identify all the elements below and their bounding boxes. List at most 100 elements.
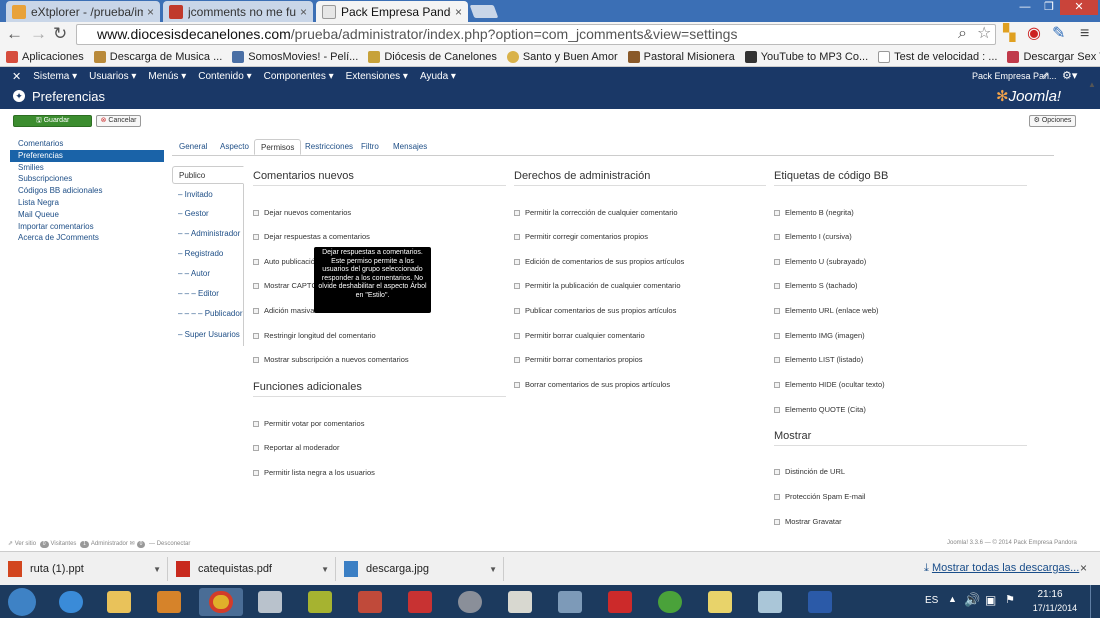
options-button[interactable]: ⚙ Opciones (1029, 115, 1076, 127)
menu-usuarios[interactable]: Usuarios ▾ (89, 71, 136, 82)
permission-row[interactable]: Permitir borrar cualquier comentario (514, 331, 645, 340)
cancel-button[interactable]: ⊗ Cancelar (96, 115, 141, 127)
permission-checkbox[interactable] (514, 356, 520, 363)
group-administrador[interactable]: – – Administrador (172, 225, 244, 243)
tab-close-icon[interactable]: × (147, 5, 154, 19)
taskbar-calc[interactable] (248, 588, 292, 616)
taskbar-explorer[interactable] (97, 588, 141, 616)
permission-row[interactable]: Permitir borrar comentarios propios (514, 355, 643, 364)
permission-row[interactable]: Elemento LIST (listado) (774, 355, 863, 364)
permission-row[interactable]: Permitir votar por comentarios (253, 419, 364, 428)
menu-extensiones[interactable]: Extensiones ▾ (346, 71, 408, 82)
scroll-up-arrow-icon[interactable]: ▲ (1088, 80, 1096, 89)
permission-checkbox[interactable] (253, 307, 259, 314)
download-item[interactable]: catequistas.pdf ▼ (168, 557, 336, 581)
group-invitado[interactable]: – Invitado (172, 186, 244, 204)
forward-arrow-icon[interactable]: → (30, 24, 47, 44)
browser-tab-jcomments[interactable]: jcomments no me funcio × (163, 1, 313, 22)
permission-checkbox[interactable] (514, 381, 520, 388)
taskbar-app-7[interactable] (698, 588, 742, 616)
permission-row[interactable]: Mostrar Gravatar (774, 517, 842, 526)
permission-checkbox[interactable] (774, 406, 780, 413)
permission-row[interactable]: Restringir longitud del comentario (253, 331, 376, 340)
permission-checkbox[interactable] (774, 233, 780, 240)
taskbar-app-8[interactable] (748, 588, 792, 616)
bookmark-item[interactable]: SomosMovies! - Pelí... (232, 50, 358, 63)
permission-checkbox[interactable] (774, 356, 780, 363)
permission-row[interactable]: Dejar respuestas a comentarios (253, 232, 370, 241)
download-item[interactable]: ruta (1).ppt ▼ (0, 557, 168, 581)
group-publicador[interactable]: – – – – Publicador (172, 305, 244, 323)
taskbar-utorrent[interactable] (648, 588, 692, 616)
permission-row[interactable]: Distinción de URL (774, 467, 845, 476)
tab-close-icon[interactable]: × (455, 5, 462, 19)
extension-icon[interactable]: ▚ (1003, 25, 1015, 43)
logout-link[interactable]: Desconectar (157, 541, 191, 547)
permission-checkbox[interactable] (514, 332, 520, 339)
sidebar-item-importar[interactable]: Importar comentarios (10, 221, 164, 233)
sidebar-item-lista-negra[interactable]: Lista Negra (10, 197, 164, 209)
permission-row[interactable]: Elemento URL (enlace web) (774, 306, 879, 315)
permission-row[interactable]: Elemento S (tachado) (774, 281, 858, 290)
menu-componentes[interactable]: Componentes ▾ (264, 71, 334, 82)
bookmark-item[interactable]: Santo y Buen Amor (506, 50, 618, 63)
taskbar-app-5[interactable] (548, 588, 592, 616)
permission-row[interactable]: Reportar al moderador (253, 443, 339, 452)
bookmark-item[interactable]: YouTube to MP3 Co... (744, 50, 868, 63)
taskbar-app-4[interactable] (498, 588, 542, 616)
permission-checkbox[interactable] (774, 307, 780, 314)
download-menu-arrow-icon[interactable]: ▼ (489, 565, 497, 574)
user-gear-icon[interactable]: ⚙▾ (1062, 69, 1077, 82)
sidebar-item-acerca[interactable]: Acerca de JComments (10, 232, 164, 244)
bookmark-star-icon[interactable]: ☆ (977, 25, 991, 43)
permission-row[interactable]: Mostrar subscripción a nuevos comentario… (253, 355, 409, 364)
sidebar-item-subscripciones[interactable]: Subscripciones (10, 173, 164, 185)
taskbar-app-2[interactable] (398, 588, 442, 616)
permission-checkbox[interactable] (774, 282, 780, 289)
permission-row[interactable]: Auto publicación (253, 257, 319, 266)
clock-date[interactable]: 17/11/2014 (1030, 603, 1080, 613)
start-button[interactable] (0, 588, 44, 616)
permission-checkbox[interactable] (774, 332, 780, 339)
permission-checkbox[interactable] (774, 258, 780, 265)
back-arrow-icon[interactable]: ← (6, 24, 23, 44)
opera-icon[interactable]: ◉ (1027, 25, 1041, 43)
tab-mensajes[interactable]: Mensajes (387, 139, 433, 155)
taskbar-word[interactable] (798, 588, 842, 616)
tab-filtro[interactable]: Filtro (355, 139, 385, 155)
joomla-x-icon[interactable]: ✕ (12, 70, 21, 83)
permission-checkbox[interactable] (253, 282, 259, 289)
sidebar-item-smilies[interactable]: Smilies (10, 162, 164, 174)
group-autor[interactable]: – – Autor (172, 265, 244, 283)
permission-checkbox[interactable] (514, 233, 520, 240)
close-shelf-icon[interactable]: × (1080, 561, 1087, 575)
permission-row[interactable]: Publicar comentarios de sus propios artí… (514, 306, 676, 315)
taskbar-app-3[interactable] (448, 588, 492, 616)
tray-expand-icon[interactable]: ▲ (948, 594, 957, 604)
permission-row[interactable]: Borrar comentarios de sus propios artícu… (514, 380, 670, 389)
menu-icon[interactable]: ≡ (1080, 25, 1089, 43)
clock-time[interactable]: 21:16 (1030, 589, 1070, 600)
bookmark-item[interactable]: Aplicaciones (6, 50, 84, 63)
permission-checkbox[interactable] (774, 381, 780, 388)
permission-row[interactable]: Elemento U (subrayado) (774, 257, 866, 266)
menu-contenido[interactable]: Contenido ▾ (198, 71, 251, 82)
minimize-button[interactable]: — (1012, 0, 1038, 15)
browser-tab-extplorer[interactable]: eXtplorer - /prueba/imag × (6, 1, 160, 22)
sidebar-item-preferencias[interactable]: Preferencias (10, 149, 164, 162)
sidebar-item-mail-queue[interactable]: Mail Queue (10, 209, 164, 221)
browser-tab-pandora[interactable]: Pack Empresa Pandora - A × (316, 1, 468, 22)
permission-checkbox[interactable] (253, 332, 259, 339)
download-menu-arrow-icon[interactable]: ▼ (321, 565, 329, 574)
show-all-downloads-link[interactable]: ⤓ Mostrar todas las descargas... (924, 562, 1079, 575)
permission-checkbox[interactable] (774, 468, 780, 475)
group-registrado[interactable]: – Registrado (172, 245, 244, 263)
search-icon[interactable]: ⌕ (958, 25, 967, 43)
maximize-button[interactable]: ❐ (1038, 0, 1060, 15)
permission-checkbox[interactable] (253, 356, 259, 363)
download-item[interactable]: descarga.jpg ▼ (336, 557, 504, 581)
permission-row[interactable]: Dejar nuevos comentarios (253, 208, 351, 217)
tab-general[interactable]: General (173, 139, 213, 155)
taskbar-app-1[interactable] (348, 588, 392, 616)
close-window-button[interactable]: ✕ (1060, 0, 1098, 15)
